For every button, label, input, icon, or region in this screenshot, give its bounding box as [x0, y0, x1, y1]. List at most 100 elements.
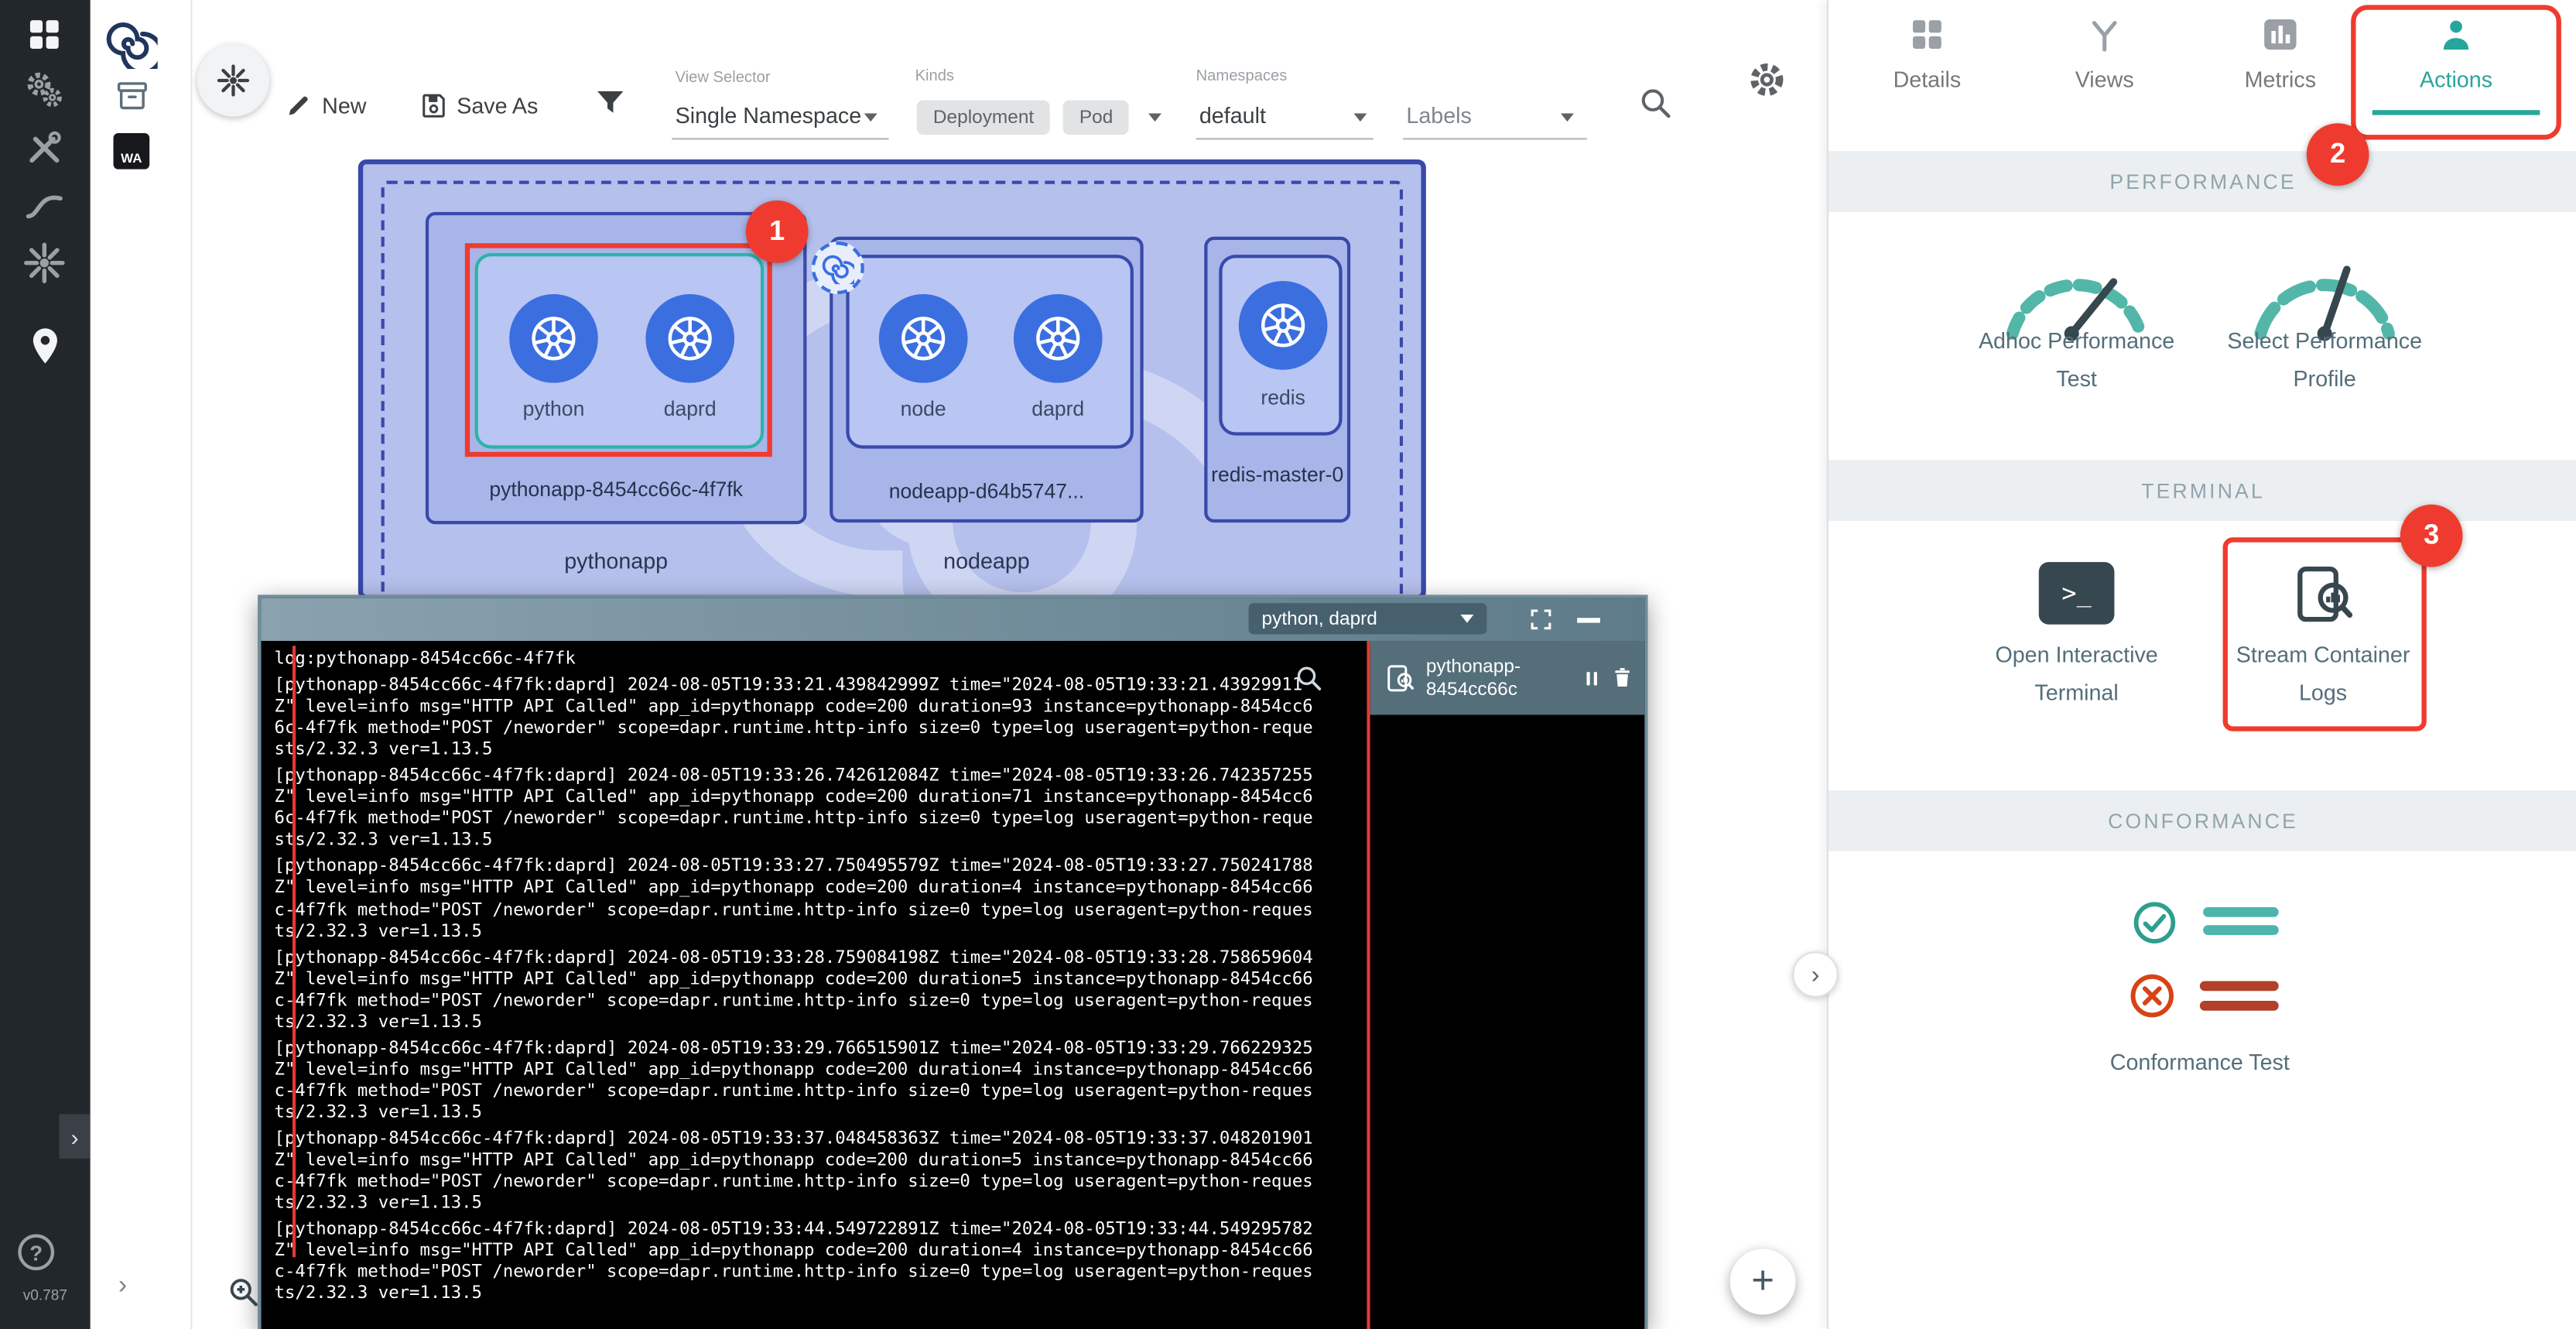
- spiral-icon: [822, 252, 854, 284]
- container-daprd[interactable]: [1014, 294, 1103, 383]
- log-line: Z" level=info msg="HTTP API Called" app_…: [275, 1150, 1364, 1172]
- log-line: Z" level=info msg="HTTP API Called" app_…: [275, 969, 1364, 991]
- action-select-profile[interactable]: Select Performance: [2185, 329, 2465, 354]
- namespace-dropdown[interactable]: default: [1199, 104, 1266, 128]
- app-rail: [91, 0, 193, 1329]
- tab-details[interactable]: Details: [1845, 13, 2009, 92]
- container-redis[interactable]: [1239, 281, 1328, 370]
- action-select-profile-line2[interactable]: Profile: [2185, 366, 2465, 391]
- terminal-titlebar[interactable]: python, daprd: [262, 598, 1645, 641]
- namespaces-label: Namespaces: [1196, 67, 1288, 85]
- chevron-down-icon[interactable]: [864, 113, 877, 122]
- terminal-pod-item[interactable]: pythonapp- 8454cc66c: [1370, 641, 1645, 715]
- help-icon[interactable]: ?: [18, 1234, 54, 1270]
- left-nav-rail: › ? v0.787: [0, 0, 91, 1329]
- filter-funnel-icon[interactable]: [593, 85, 628, 120]
- wa-badge-icon[interactable]: WA: [113, 133, 149, 170]
- kubernetes-wheel-icon: [1255, 297, 1311, 353]
- log-line: [pythonapp-8454cc66c-4f7fk:daprd] 2024-0…: [275, 1038, 1364, 1060]
- chevron-down-icon[interactable]: [1148, 113, 1161, 122]
- container-node[interactable]: [879, 294, 968, 383]
- section-performance: PERFORMANCE: [1829, 151, 2576, 212]
- trash-icon[interactable]: [1610, 666, 1635, 690]
- add-node-fab[interactable]: +: [1730, 1249, 1796, 1315]
- kind-chip-pod[interactable]: Pod: [1063, 101, 1130, 135]
- rail-expand-button[interactable]: ›: [59, 1114, 90, 1158]
- pod-box-nodeapp[interactable]: node daprd: [846, 255, 1134, 449]
- container-selector-dropdown[interactable]: python, daprd: [1249, 603, 1487, 634]
- zoom-in-icon[interactable]: [225, 1273, 262, 1310]
- log-line: log:pythonapp-8454cc66c-4f7fk: [275, 649, 1364, 671]
- statefulset-box-redis[interactable]: redis redis-master-0: [1204, 237, 1350, 522]
- tab-metrics[interactable]: Metrics: [2198, 13, 2362, 92]
- pause-icon[interactable]: [1580, 666, 1603, 690]
- container-logs-icon: [1384, 662, 1416, 694]
- deployment-box-nodeapp[interactable]: node daprd nodeapp-d64b5747...: [830, 237, 1144, 522]
- minimize-icon[interactable]: [1577, 618, 1600, 622]
- dashboard-grid-icon[interactable]: [23, 13, 66, 56]
- container-label: node: [879, 398, 968, 421]
- tab-views[interactable]: Views: [2023, 13, 2187, 92]
- dapr-logo-icon[interactable]: [105, 16, 158, 69]
- kubernetes-wheel-icon: [1030, 310, 1086, 366]
- namespace-underline: [1196, 138, 1374, 139]
- log-line: ts/2.32.3 ver=1.13.5: [275, 1284, 1364, 1306]
- container-label: daprd: [1014, 398, 1103, 421]
- container-label: redis: [1239, 386, 1328, 409]
- log-line: c-4f7fk method="POST /neworder" scope=da…: [275, 899, 1364, 921]
- log-line: [pythonapp-8454cc66c-4f7fk:daprd] 2024-0…: [275, 857, 1364, 879]
- pod-name: nodeapp-d64b5747...: [833, 480, 1140, 503]
- log-line: c-4f7fk method="POST /neworder" scope=da…: [275, 1262, 1364, 1284]
- view-selector-dropdown[interactable]: Single Namespace: [676, 104, 862, 128]
- dapr-sidecar-node-icon[interactable]: [812, 241, 864, 294]
- cluster-flower-icon[interactable]: [22, 240, 67, 286]
- gears-icon[interactable]: [23, 69, 66, 111]
- search-icon[interactable]: [1637, 84, 1675, 122]
- app-rail-expand-chevron[interactable]: ›: [118, 1272, 127, 1301]
- section-terminal: TERMINAL: [1829, 460, 2576, 521]
- labels-dropdown[interactable]: Labels: [1406, 104, 1471, 128]
- panel-collapse-chevron[interactable]: ›: [1792, 951, 1838, 997]
- terminal-pod-list: pythonapp- 8454cc66c: [1370, 641, 1645, 1329]
- pod-box-redis[interactable]: redis: [1219, 255, 1342, 436]
- tools-icon[interactable]: [23, 126, 66, 169]
- log-search-icon[interactable]: [1293, 663, 1324, 694]
- conformance-pass-bar: [2203, 925, 2279, 934]
- save-as-button[interactable]: Save As: [457, 94, 538, 118]
- log-line: c-4f7fk method="POST /neworder" scope=da…: [275, 991, 1364, 1012]
- log-line: Z" level=info msg="HTTP API Called" app_…: [275, 879, 1364, 900]
- labels-underline: [1403, 138, 1587, 139]
- chevron-down-icon[interactable]: [1561, 113, 1574, 122]
- action-open-terminal-line2[interactable]: Terminal: [1937, 680, 2216, 705]
- terminal-window: python, daprd log:pythonapp-8454cc66c-4f…: [258, 595, 1647, 1329]
- action-adhoc-performance[interactable]: Adhoc Performance: [1937, 329, 2216, 354]
- pipeline-curve-icon[interactable]: [23, 183, 66, 225]
- settings-gear-icon[interactable]: [1745, 57, 1789, 101]
- layout-button[interactable]: [197, 44, 269, 116]
- pencil-icon[interactable]: [284, 91, 313, 120]
- log-line: 6c-4f7fk method="POST /neworder" scope=d…: [275, 809, 1364, 831]
- deployment-box-pythonapp[interactable]: python daprd pythonapp-8454cc66c-4f7fk: [426, 212, 807, 524]
- log-line: [pythonapp-8454cc66c-4f7fk:daprd] 2024-0…: [275, 1129, 1364, 1151]
- log-line: c-4f7fk method="POST /neworder" scope=da…: [275, 1172, 1364, 1194]
- deployment-label: nodeapp: [830, 549, 1144, 574]
- conformance-pass-bar: [2203, 907, 2279, 916]
- action-conformance-test[interactable]: Conformance Test: [2060, 1050, 2339, 1075]
- kind-chip-deployment[interactable]: Deployment: [917, 101, 1051, 135]
- action-open-terminal[interactable]: Open Interactive: [1937, 642, 2216, 667]
- chevron-down-icon[interactable]: [1353, 113, 1367, 122]
- log-line: sts/2.32.3 ver=1.13.5: [275, 831, 1364, 852]
- terminal-log[interactable]: log:pythonapp-8454cc66c-4f7fk [pythonapp-…: [262, 641, 1370, 1329]
- views-branch-icon: [2083, 13, 2126, 56]
- actions-highlight-rect: [2351, 5, 2561, 139]
- terminal-prompt-icon[interactable]: >_: [2039, 562, 2115, 625]
- archive-icon[interactable]: [113, 77, 151, 115]
- tab-label: Views: [2023, 67, 2187, 92]
- annotation-circle-1: 1: [746, 200, 809, 263]
- save-icon[interactable]: [419, 91, 448, 120]
- new-button[interactable]: New: [322, 94, 366, 118]
- fullscreen-icon[interactable]: [1527, 606, 1554, 632]
- log-line: [pythonapp-8454cc66c-4f7fk:daprd] 2024-0…: [275, 1220, 1364, 1242]
- location-pin-icon[interactable]: [23, 324, 67, 368]
- action-adhoc-performance-line2[interactable]: Test: [1937, 366, 2216, 391]
